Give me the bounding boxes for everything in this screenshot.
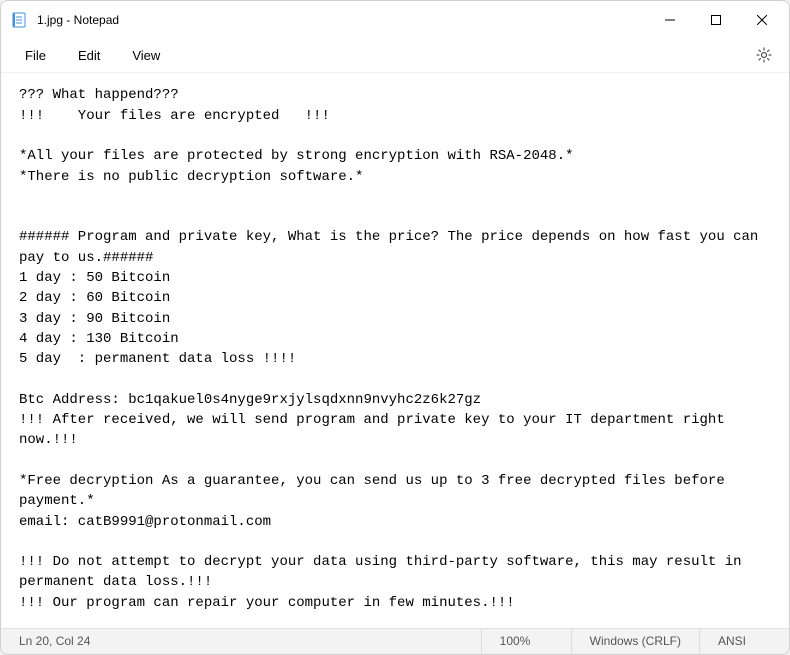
zoom-level: 100%	[481, 629, 571, 654]
menu-view[interactable]: View	[116, 42, 176, 69]
close-button[interactable]	[739, 4, 785, 36]
window-title: 1.jpg - Notepad	[37, 13, 647, 27]
maximize-button[interactable]	[693, 4, 739, 36]
gear-icon	[756, 47, 772, 63]
menu-file[interactable]: File	[9, 42, 62, 69]
statusbar: Ln 20, Col 24 100% Windows (CRLF) ANSI	[1, 628, 789, 654]
window-controls	[647, 4, 785, 36]
close-icon	[757, 15, 767, 25]
minimize-button[interactable]	[647, 4, 693, 36]
notepad-icon	[11, 12, 27, 28]
titlebar: 1.jpg - Notepad	[1, 1, 789, 38]
line-ending: Windows (CRLF)	[571, 629, 699, 654]
text-editor[interactable]: ??? What happend??? !!! Your files are e…	[1, 73, 789, 627]
menu-edit[interactable]: Edit	[62, 42, 116, 69]
settings-button[interactable]	[747, 38, 781, 72]
cursor-position: Ln 20, Col 24	[1, 634, 481, 648]
encoding: ANSI	[699, 629, 789, 654]
maximize-icon	[711, 15, 721, 25]
minimize-icon	[665, 15, 675, 25]
notepad-window: R.com 1.jpg - Notepad File	[0, 0, 790, 655]
menubar: File Edit View	[1, 38, 789, 73]
